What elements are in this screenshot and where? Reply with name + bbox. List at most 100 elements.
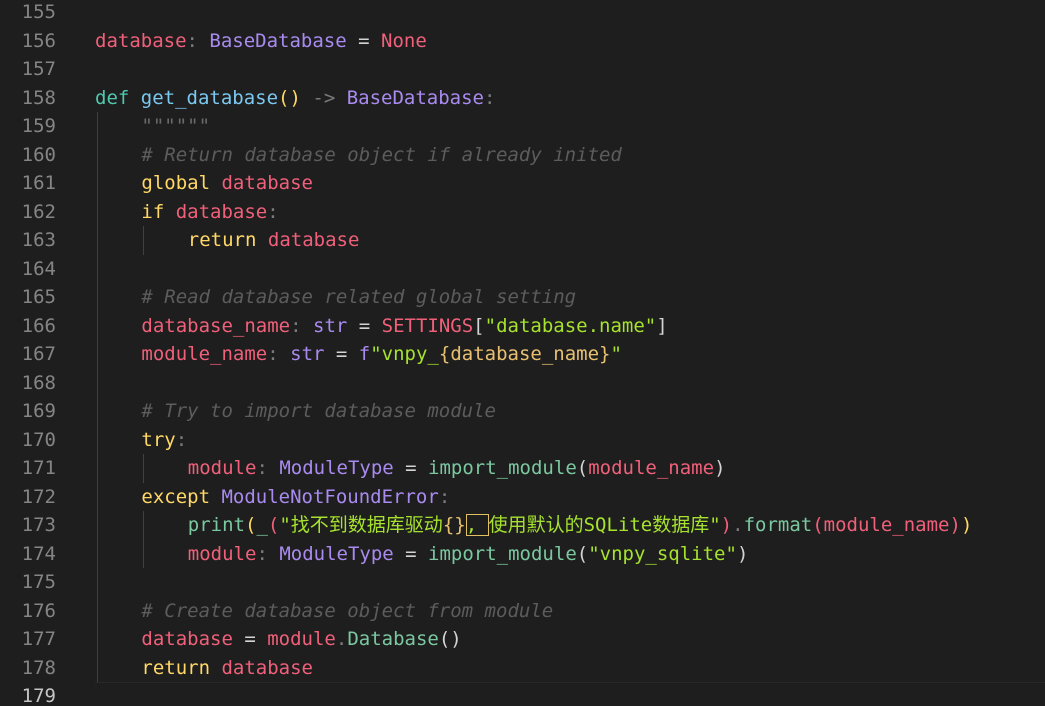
code-token: if [141, 200, 176, 223]
code-token: database [175, 200, 268, 223]
code-token: BaseDatabase [346, 86, 484, 109]
line-number: 171 [21, 457, 56, 479]
code-text: # Return database object if already init… [141, 141, 621, 170]
line-number: 157 [21, 58, 56, 80]
code-token: None [381, 29, 427, 52]
line-number: 176 [21, 599, 56, 622]
code-token: # Try to import database module [141, 400, 496, 422]
code-line[interactable]: 157 [0, 55, 1045, 84]
code-token: ( [812, 514, 824, 536]
line-number: 163 [21, 229, 56, 251]
code-line[interactable]: 170 try: [0, 426, 1045, 455]
code-token: = [393, 457, 429, 479]
code-token: : [438, 485, 451, 508]
code-token: = [324, 343, 359, 365]
code-token: print [187, 514, 245, 536]
code-token: _ [256, 514, 268, 536]
code-token: : [256, 457, 280, 479]
code-line[interactable]: 162 if database: [0, 198, 1045, 227]
code-token: except [141, 485, 222, 508]
code-line[interactable]: 167 module_name: str = f"vnpy_{database_n… [0, 340, 1045, 369]
code-token: # Return database object if already init… [141, 143, 622, 166]
code-token: database [141, 628, 233, 650]
code-line[interactable]: 175 [0, 568, 1045, 597]
code-text: module_name: str = f"vnpy_{database_name… [141, 340, 622, 369]
code-line[interactable]: 164 [0, 255, 1045, 284]
code-line[interactable]: 179 [0, 682, 1045, 706]
code-text: try: [141, 426, 187, 455]
code-token: " [610, 343, 622, 365]
code-token: module_name [588, 457, 715, 479]
line-number: 159 [21, 115, 56, 137]
code-token: ( [245, 514, 257, 536]
code-token: format [743, 514, 813, 536]
line-number: 166 [21, 314, 56, 337]
code-line[interactable]: 169 # Try to import database module [0, 397, 1045, 426]
line-number: 174 [21, 542, 56, 565]
code-token: """""" [141, 115, 211, 137]
code-line[interactable]: 171 module: ModuleType = import_module(mo… [0, 454, 1045, 483]
code-token: : [267, 343, 291, 365]
code-editor[interactable]: 155 156 database: BaseDatabase = None 157 15… [0, 0, 1045, 706]
code-token: ( [267, 514, 280, 536]
code-line[interactable]: 155 [0, 0, 1045, 27]
code-token: global [141, 172, 222, 194]
code-line[interactable]: 168 [0, 369, 1045, 398]
code-line[interactable]: 172 except ModuleNotFoundError: [0, 483, 1045, 512]
line-number: 155 [21, 1, 56, 23]
code-token: str [313, 314, 348, 337]
code-token: return [141, 656, 222, 679]
line-number: 172 [21, 485, 56, 508]
code-token: ) [960, 514, 973, 536]
code-line[interactable]: 166 database_name: str = SETTINGS["databa… [0, 312, 1045, 341]
code-line[interactable]: 173 print(_("找不到数据库驱动{}, 使用默认的SQLite数据库")… [0, 511, 1045, 540]
line-number: 165 [21, 286, 56, 308]
code-token: try [141, 428, 176, 451]
code-token: : [256, 542, 280, 565]
line-number: 178 [21, 656, 56, 679]
code-line[interactable]: 158 def get_database() -> BaseDatabase: [0, 84, 1045, 113]
code-token: import_module [428, 542, 577, 565]
code-text: print(_("找不到数据库驱动{}, 使用默认的SQLite数据库").fo… [187, 511, 973, 540]
code-token: module_name [823, 514, 950, 536]
code-line[interactable]: 176 # Create database object from module [0, 597, 1045, 626]
code-line[interactable]: 177 database = module.Database() [0, 625, 1045, 654]
code-token: get_database [140, 86, 279, 109]
code-line[interactable]: 174 module: ModuleType = import_module("v… [0, 540, 1045, 569]
code-line[interactable]: 163 return database [0, 226, 1045, 255]
code-token: = [346, 29, 382, 52]
line-number: 168 [21, 371, 56, 394]
code-token: "database.name" [484, 314, 657, 337]
code-token: {database_name} [438, 343, 611, 365]
code-text: return database [141, 654, 313, 683]
code-token: ) [736, 542, 749, 565]
line-number: 167 [21, 343, 56, 365]
line-number: 173 [21, 514, 56, 536]
code-text: database_name: str = SETTINGS["database.… [141, 312, 667, 341]
code-token: def [95, 86, 141, 109]
code-token: ModuleType [279, 457, 394, 479]
code-token: : [267, 200, 279, 223]
code-text: def get_database() -> BaseDatabase: [95, 84, 495, 113]
code-line[interactable]: 156 database: BaseDatabase = None [0, 27, 1045, 56]
code-line[interactable]: 165 # Read database related global settin… [0, 283, 1045, 312]
code-line[interactable]: 160 # Return database object if already i… [0, 141, 1045, 170]
code-token: "vnpy_sqlite" [588, 542, 737, 565]
code-token: {} [442, 514, 466, 536]
code-token: import_module [428, 457, 577, 479]
code-token: : [186, 29, 210, 52]
line-number: 156 [21, 29, 56, 52]
code-text: database = module.Database() [141, 625, 461, 654]
code-line[interactable]: 159 """""" [0, 112, 1045, 141]
code-token: module [187, 542, 257, 565]
code-token: database [267, 229, 360, 251]
code-token: database [221, 172, 313, 194]
code-token: : [175, 428, 188, 451]
code-line[interactable]: 161 global database [0, 169, 1045, 198]
code-token: module [187, 457, 257, 479]
line-number: 158 [21, 86, 56, 109]
current-line-highlight [95, 682, 1045, 706]
code-text: except ModuleNotFoundError: [141, 483, 450, 512]
code-line[interactable]: 178 return database [0, 654, 1045, 683]
code-token: : [483, 86, 496, 109]
